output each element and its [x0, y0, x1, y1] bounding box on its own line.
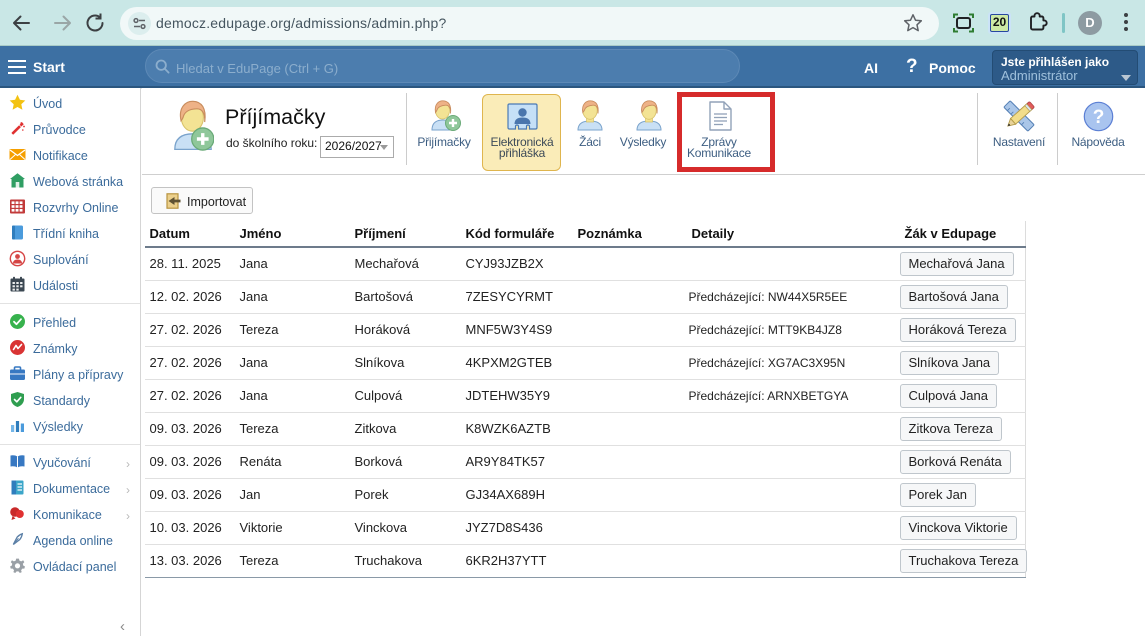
svg-text:?: ?	[1093, 107, 1105, 128]
